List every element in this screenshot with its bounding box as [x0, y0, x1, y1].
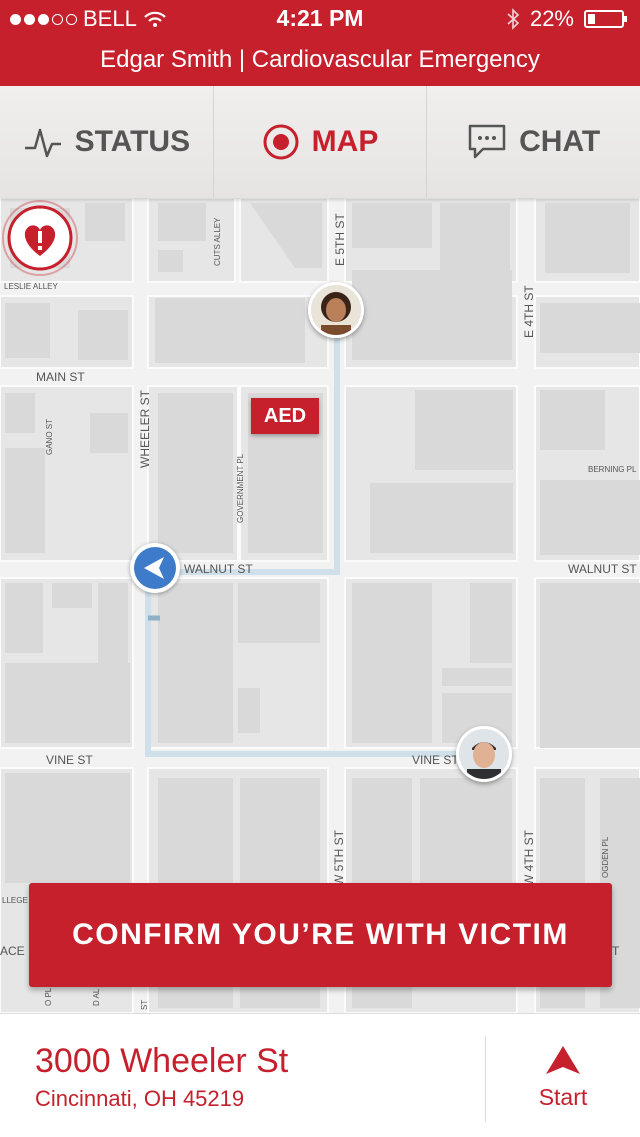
battery-percent: 22%: [529, 6, 574, 31]
tab-chat-label: CHAT: [519, 125, 601, 158]
street-label: VINE ST: [412, 753, 459, 767]
street-label: BERNING PL: [588, 465, 637, 474]
bluetooth-icon: [507, 8, 520, 30]
street-label: WHEELER ST: [138, 389, 152, 468]
street-label: D AL: [92, 988, 101, 1006]
tab-chat[interactable]: CHAT: [427, 86, 640, 198]
battery-status: 22%: [506, 6, 627, 32]
street-label: OGDEN PL: [601, 836, 610, 878]
street-label: E 5TH ST: [333, 213, 347, 266]
responder-avatar-woman[interactable]: [308, 282, 364, 338]
street-label: GANO ST: [45, 418, 54, 455]
responder-avatar-man[interactable]: [456, 726, 512, 782]
street-label: T: [612, 944, 620, 958]
start-navigation-button[interactable]: Start: [486, 1014, 640, 1137]
tab-status[interactable]: STATUS: [0, 86, 214, 198]
destination-panel: 3000 Wheeler St Cincinnati, OH 45219 Sta…: [0, 1013, 640, 1137]
status-bar: BELL 4:21 PM 22%: [0, 0, 640, 40]
confirm-with-victim-button[interactable]: CONFIRM YOU’RE WITH VICTIM: [29, 883, 612, 987]
tab-status-label: STATUS: [74, 125, 191, 158]
target-icon: [263, 124, 299, 160]
street-label: ACE: [0, 944, 25, 958]
tab-bar: STATUS MAP CHAT: [0, 86, 640, 198]
battery-icon: [584, 10, 627, 28]
pulse-icon: [24, 128, 61, 158]
street-label: VINE ST: [46, 753, 93, 767]
street-label: W 5TH ST: [332, 830, 346, 886]
street-label: O PL: [44, 987, 53, 1006]
street-label: W 4TH ST: [522, 830, 536, 886]
street-label: CUTS ALLEY: [213, 217, 222, 266]
chat-bubble-icon: [468, 124, 506, 159]
street-label: E 4TH ST: [522, 285, 536, 338]
destination-street: 3000 Wheeler St: [35, 1042, 289, 1080]
start-label: Start: [538, 1084, 588, 1110]
street-label: LESLIE ALLEY: [4, 282, 58, 291]
victim-heart-icon[interactable]: [0, 198, 80, 278]
tab-map[interactable]: MAP: [214, 86, 428, 198]
street-label: ST: [140, 999, 149, 1010]
navigation-arrow-icon[interactable]: [130, 543, 180, 593]
emergency-title: Edgar Smith | Cardiovascular Emergency: [0, 40, 640, 86]
tab-map-label: MAP: [311, 125, 379, 158]
destination-city: Cincinnati, OH 45219: [35, 1086, 245, 1111]
aed-marker[interactable]: AED: [251, 398, 319, 434]
street-label: WALNUT ST: [568, 562, 637, 576]
street-label: WALNUT ST: [184, 562, 253, 576]
street-label: MAIN ST: [36, 370, 85, 384]
navigation-arrow-up-icon: [546, 1046, 580, 1074]
street-label: GOVERNMENT PL: [236, 453, 245, 523]
